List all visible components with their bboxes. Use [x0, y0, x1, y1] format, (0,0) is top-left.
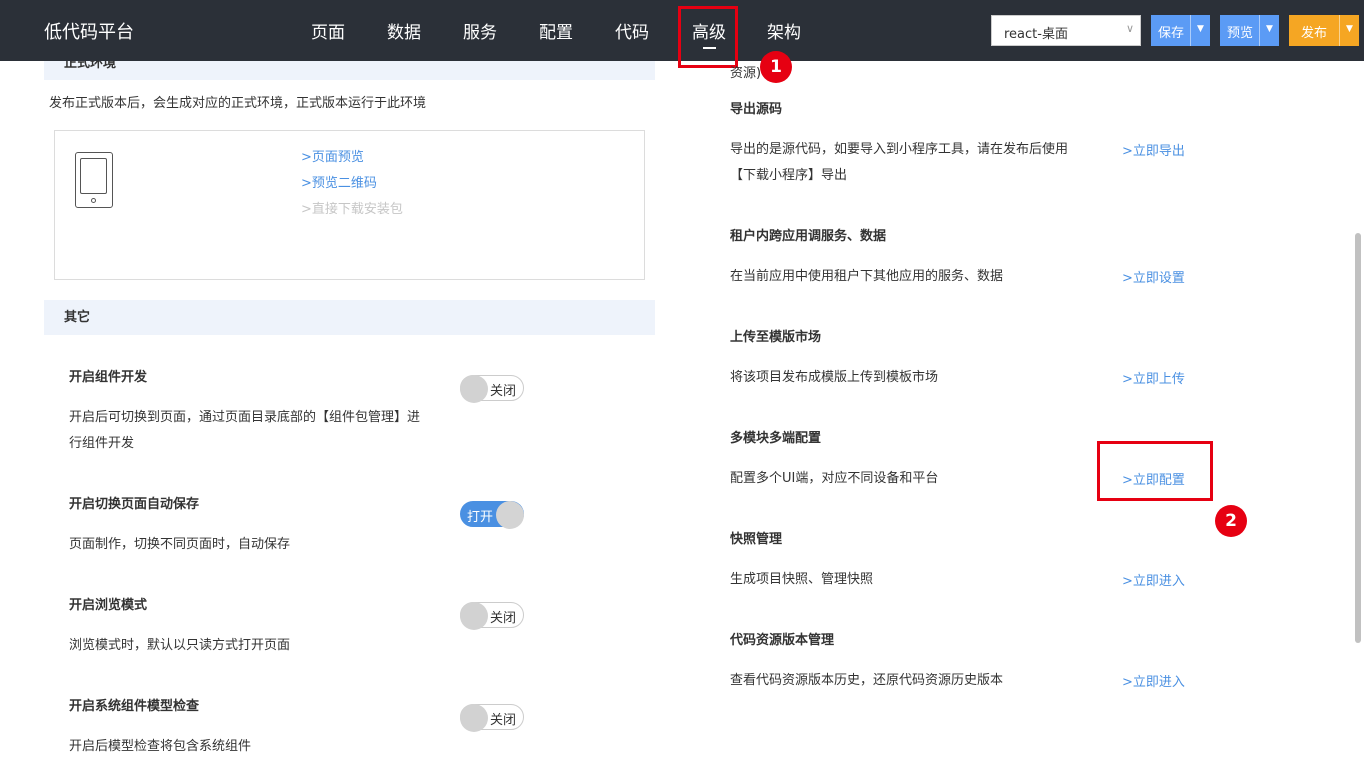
item-desc-export-source-line1: 导出的是源代码，如要导入到小程序工具，请在发布后使用 [730, 142, 1069, 157]
section-title-other: 其它 [64, 310, 91, 325]
annotation-badge-2: 2 [1215, 505, 1247, 537]
setting-desc-model-check: 开启后模型检查将包含系统组件 [69, 739, 252, 754]
setting-desc-component-dev-line1: 开启后可切换到页面，通过页面目录底部的【组件包管理】进 [69, 410, 421, 425]
publish-label: 发布 [1301, 26, 1328, 41]
enter-code-version-link[interactable]: >立即进入 [1122, 671, 1185, 690]
download-package-link: >直接下载安装包 [301, 202, 403, 217]
phone-icon [75, 152, 113, 208]
item-desc-multi-module: 配置多个UI端，对应不同设备和平台 [730, 471, 939, 486]
tab-code[interactable]: 代码 [615, 18, 649, 43]
environment-select-value: react-桌面 [1004, 27, 1068, 42]
setting-desc-browse-mode: 浏览模式时，默认以只读方式打开页面 [69, 638, 291, 653]
setting-title-autosave: 开启切换页面自动保存 [69, 497, 200, 512]
prod-env-description: 发布正式版本后，会生成对应的正式环境，正式版本运行于此环境 [49, 96, 427, 111]
preview-label: 预览 [1227, 26, 1254, 41]
toggle-component-dev[interactable]: 关闭 [460, 375, 524, 403]
chevron-down-icon: ∨ [1125, 22, 1134, 35]
tab-service[interactable]: 服务 [463, 18, 497, 43]
highlight-box-advanced-tab [678, 6, 738, 68]
toggle-browse-mode[interactable]: 关闭 [460, 602, 524, 630]
setting-title-model-check: 开启系统组件模型检查 [69, 699, 200, 714]
set-now-link[interactable]: >立即设置 [1122, 267, 1185, 286]
section-header-prod-env: 正式环境 [44, 61, 655, 80]
tab-data[interactable]: 数据 [387, 18, 421, 43]
section-title-prod-env: 正式环境 [64, 61, 117, 71]
tab-architecture[interactable]: 架构 [767, 18, 801, 43]
preview-button[interactable]: 预览 ▼ [1220, 15, 1279, 46]
toggle-autosave[interactable]: 打开 [460, 501, 524, 529]
item-desc-cross-app: 在当前应用中使用租户下其他应用的服务、数据 [730, 269, 1004, 284]
setting-title-component-dev: 开启组件开发 [69, 370, 148, 385]
item-title-code-version: 代码资源版本管理 [730, 633, 835, 648]
publish-button[interactable]: 发布 ▼ [1289, 15, 1359, 46]
item-title-template-market: 上传至模版市场 [730, 330, 822, 345]
enter-snapshot-link[interactable]: >立即进入 [1122, 570, 1185, 589]
environment-select[interactable]: react-桌面 ∨ [991, 15, 1141, 46]
item-title-cross-app: 租户内跨应用调服务、数据 [730, 229, 887, 244]
tab-page[interactable]: 页面 [311, 18, 345, 43]
tab-config[interactable]: 配置 [539, 18, 573, 43]
item-title-export-source: 导出源码 [730, 102, 783, 117]
item-desc-code-version: 查看代码资源版本历史，还原代码资源历史版本 [730, 673, 1004, 688]
publish-dropdown-arrow-icon[interactable]: ▼ [1339, 15, 1359, 46]
save-button[interactable]: 保存 ▼ [1151, 15, 1210, 46]
item-desc-snapshot: 生成项目快照、管理快照 [730, 572, 874, 587]
section-header-other: 其它 [44, 300, 655, 335]
setting-title-browse-mode: 开启浏览模式 [69, 598, 148, 613]
save-dropdown-arrow-icon[interactable]: ▼ [1190, 15, 1210, 46]
save-label: 保存 [1158, 26, 1185, 41]
toggle-model-check[interactable]: 关闭 [460, 704, 524, 732]
item-desc-template-market: 将该项目发布成模版上传到模板市场 [730, 370, 939, 385]
highlight-box-configure-link [1097, 441, 1213, 501]
item-title-multi-module: 多模块多端配置 [730, 431, 822, 446]
export-now-link[interactable]: >立即导出 [1122, 140, 1185, 159]
setting-desc-autosave: 页面制作，切换不同页面时，自动保存 [69, 537, 291, 552]
annotation-badge-1: 1 [760, 51, 792, 83]
prod-env-preview-panel: >页面预览 >预览二维码 >直接下载安装包 [54, 130, 645, 280]
preview-qrcode-link[interactable]: >预览二维码 [301, 172, 377, 191]
vertical-scrollbar[interactable] [1355, 233, 1361, 643]
truncated-text-fragment: 资源) [730, 66, 762, 81]
page-preview-link[interactable]: >页面预览 [301, 146, 364, 165]
preview-dropdown-arrow-icon[interactable]: ▼ [1259, 15, 1279, 46]
upload-now-link[interactable]: >立即上传 [1122, 368, 1185, 387]
item-desc-export-source-line2: 【下载小程序】导出 [730, 168, 848, 183]
app-brand: 低代码平台 [44, 22, 134, 43]
setting-desc-component-dev-line2: 行组件开发 [69, 436, 135, 451]
item-title-snapshot: 快照管理 [730, 532, 783, 547]
